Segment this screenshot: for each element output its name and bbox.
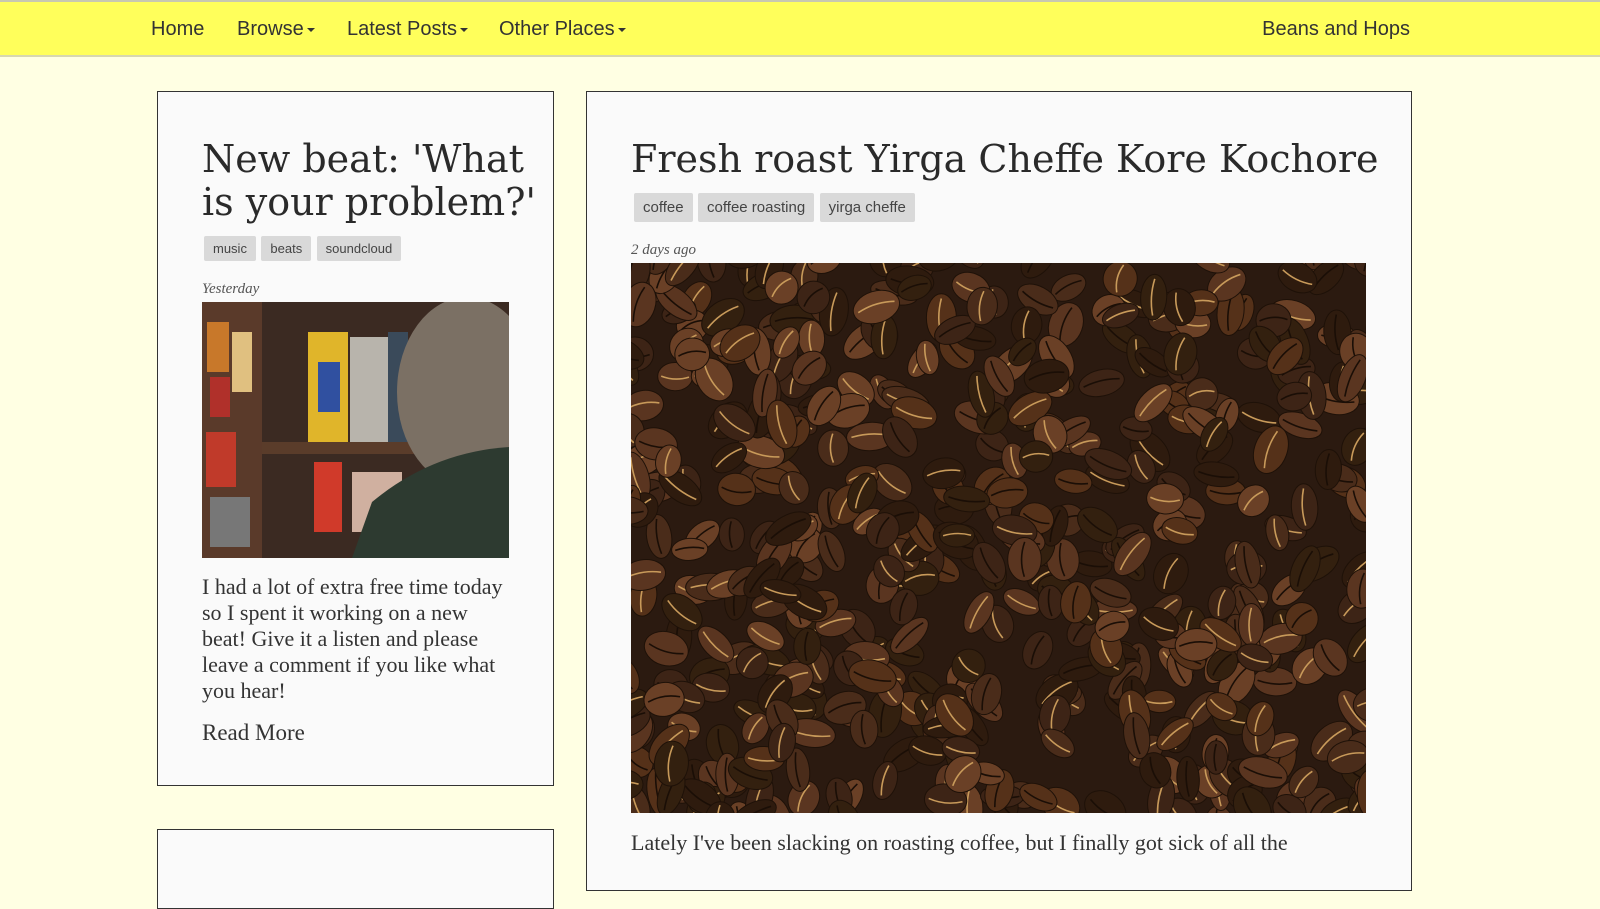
brand-link[interactable]: Beans and Hops bbox=[1262, 2, 1410, 57]
nav-browse-label: Browse bbox=[237, 18, 304, 40]
post-excerpt: I had a lot of extra free time today so … bbox=[202, 574, 503, 703]
nav-latest-posts-dropdown[interactable]: Latest Posts bbox=[347, 2, 469, 57]
nav-browse-dropdown[interactable]: Browse bbox=[237, 2, 315, 57]
tag-music[interactable]: music bbox=[204, 236, 256, 261]
nav-other-places-label: Other Places bbox=[499, 18, 615, 40]
tag-yirga-cheffe[interactable]: yirga cheffe bbox=[819, 193, 915, 222]
post-title-line: is your problem?' bbox=[202, 180, 536, 224]
tag-coffee-roasting[interactable]: coffee roasting bbox=[698, 193, 815, 222]
post-date: Yesterday bbox=[202, 281, 260, 297]
top-navbar: Home Browse Latest Posts Other Places Be… bbox=[0, 0, 1600, 57]
post-card: Fresh roast Yirga Cheffe Kore Kochore co… bbox=[586, 91, 1412, 891]
tag-coffee[interactable]: coffee bbox=[634, 193, 693, 222]
post-tags: coffee coffee roasting yirga cheffe bbox=[634, 193, 915, 222]
caret-down-icon bbox=[617, 27, 626, 32]
caret-down-icon bbox=[460, 27, 469, 32]
post-thumbnail-image[interactable] bbox=[202, 302, 509, 558]
tag-soundcloud[interactable]: soundcloud bbox=[316, 236, 402, 261]
post-hero-image[interactable] bbox=[631, 263, 1366, 813]
coffee-beans-photo bbox=[631, 263, 1366, 813]
read-more-link[interactable]: Read More bbox=[202, 720, 305, 746]
post-excerpt: Lately I've been slacking on roasting co… bbox=[631, 830, 1288, 855]
nav-other-places-dropdown[interactable]: Other Places bbox=[499, 2, 626, 57]
post-title-line: New beat: 'What bbox=[202, 137, 524, 181]
post-date: 2 days ago bbox=[631, 242, 696, 258]
post-card: New beat: 'What is your problem?' music … bbox=[157, 91, 554, 786]
post-card bbox=[157, 829, 554, 909]
nav-home-link[interactable]: Home bbox=[151, 2, 204, 57]
caret-down-icon bbox=[306, 27, 315, 32]
post-title[interactable]: New beat: 'What is your problem?' bbox=[202, 138, 536, 224]
nav-latest-posts-label: Latest Posts bbox=[347, 18, 458, 40]
post-tags: music beats soundcloud bbox=[204, 236, 402, 261]
tag-beats[interactable]: beats bbox=[261, 236, 312, 261]
magazine-rack-scene bbox=[202, 302, 509, 558]
post-title[interactable]: Fresh roast Yirga Cheffe Kore Kochore bbox=[631, 138, 1379, 181]
